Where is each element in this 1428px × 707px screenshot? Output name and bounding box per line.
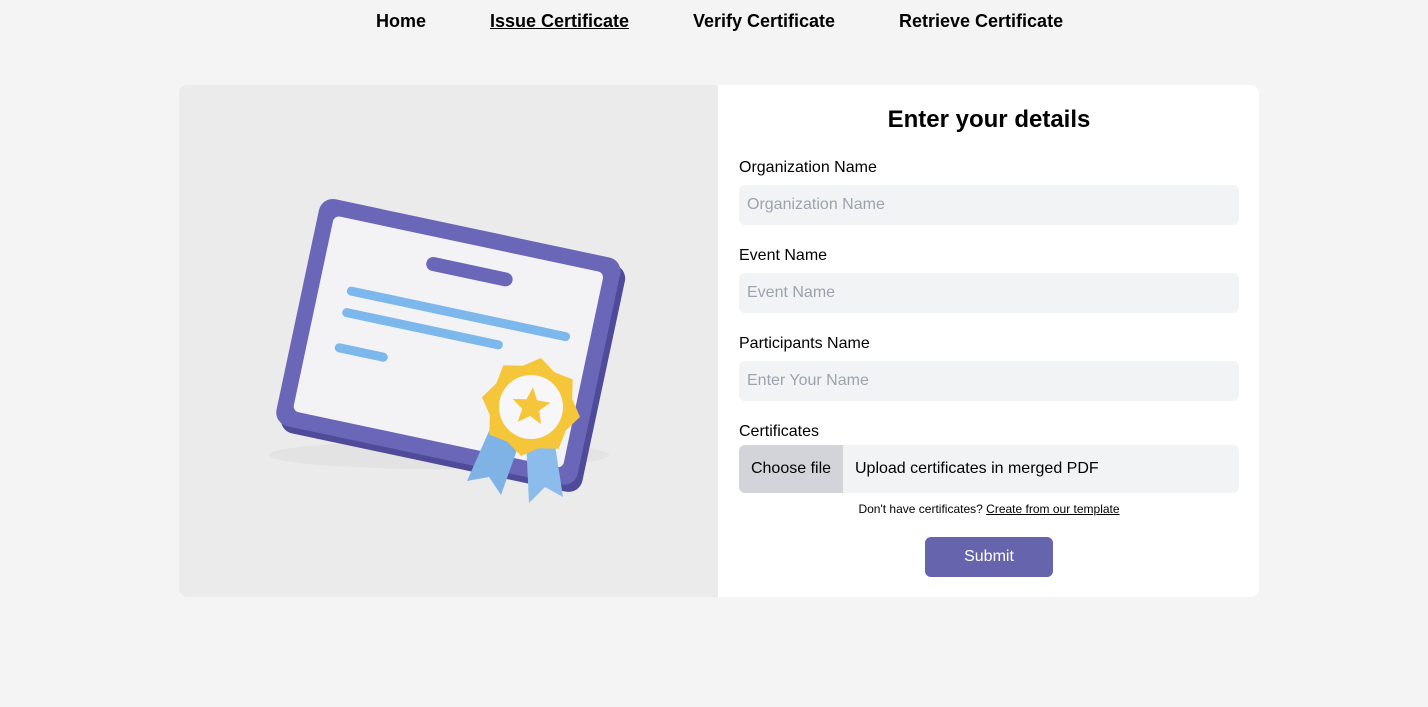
choose-file-button[interactable]: Choose file [739,445,843,493]
template-note: Don't have certificates? Create from our… [739,502,1239,516]
details-form: Enter your details Organization Name Eve… [739,85,1239,597]
nav-home-link[interactable]: Home [376,10,426,32]
nav-retrieve-certificate-link[interactable]: Retrieve Certificate [899,10,1063,32]
file-upload-text: Upload certificates in merged PDF [855,460,1099,477]
certificates-file-input[interactable]: Choose file Upload certificates in merge… [739,445,1239,493]
organization-name-input[interactable] [739,185,1239,225]
event-name-input[interactable] [739,273,1239,313]
event-name-label: Event Name [739,247,828,264]
top-nav: Home Issue Certificate Verify Certificat… [0,0,1428,44]
certificates-label: Certificates [739,423,820,440]
create-template-link[interactable]: Create from our template [986,502,1119,516]
nav-verify-certificate-link[interactable]: Verify Certificate [693,10,835,32]
participants-name-label: Participants Name [739,335,870,352]
form-title: Enter your details [887,106,1091,133]
illustration-panel [179,85,718,597]
organization-name-label: Organization Name [739,159,877,176]
issue-certificate-card: Enter your details Organization Name Eve… [179,85,1259,597]
nav-issue-certificate-link[interactable]: Issue Certificate [490,10,629,32]
participants-name-input[interactable] [739,361,1239,401]
submit-button[interactable]: Submit [925,537,1053,577]
template-note-text: Don't have certificates? [858,502,983,516]
certificate-illustration [269,199,626,503]
